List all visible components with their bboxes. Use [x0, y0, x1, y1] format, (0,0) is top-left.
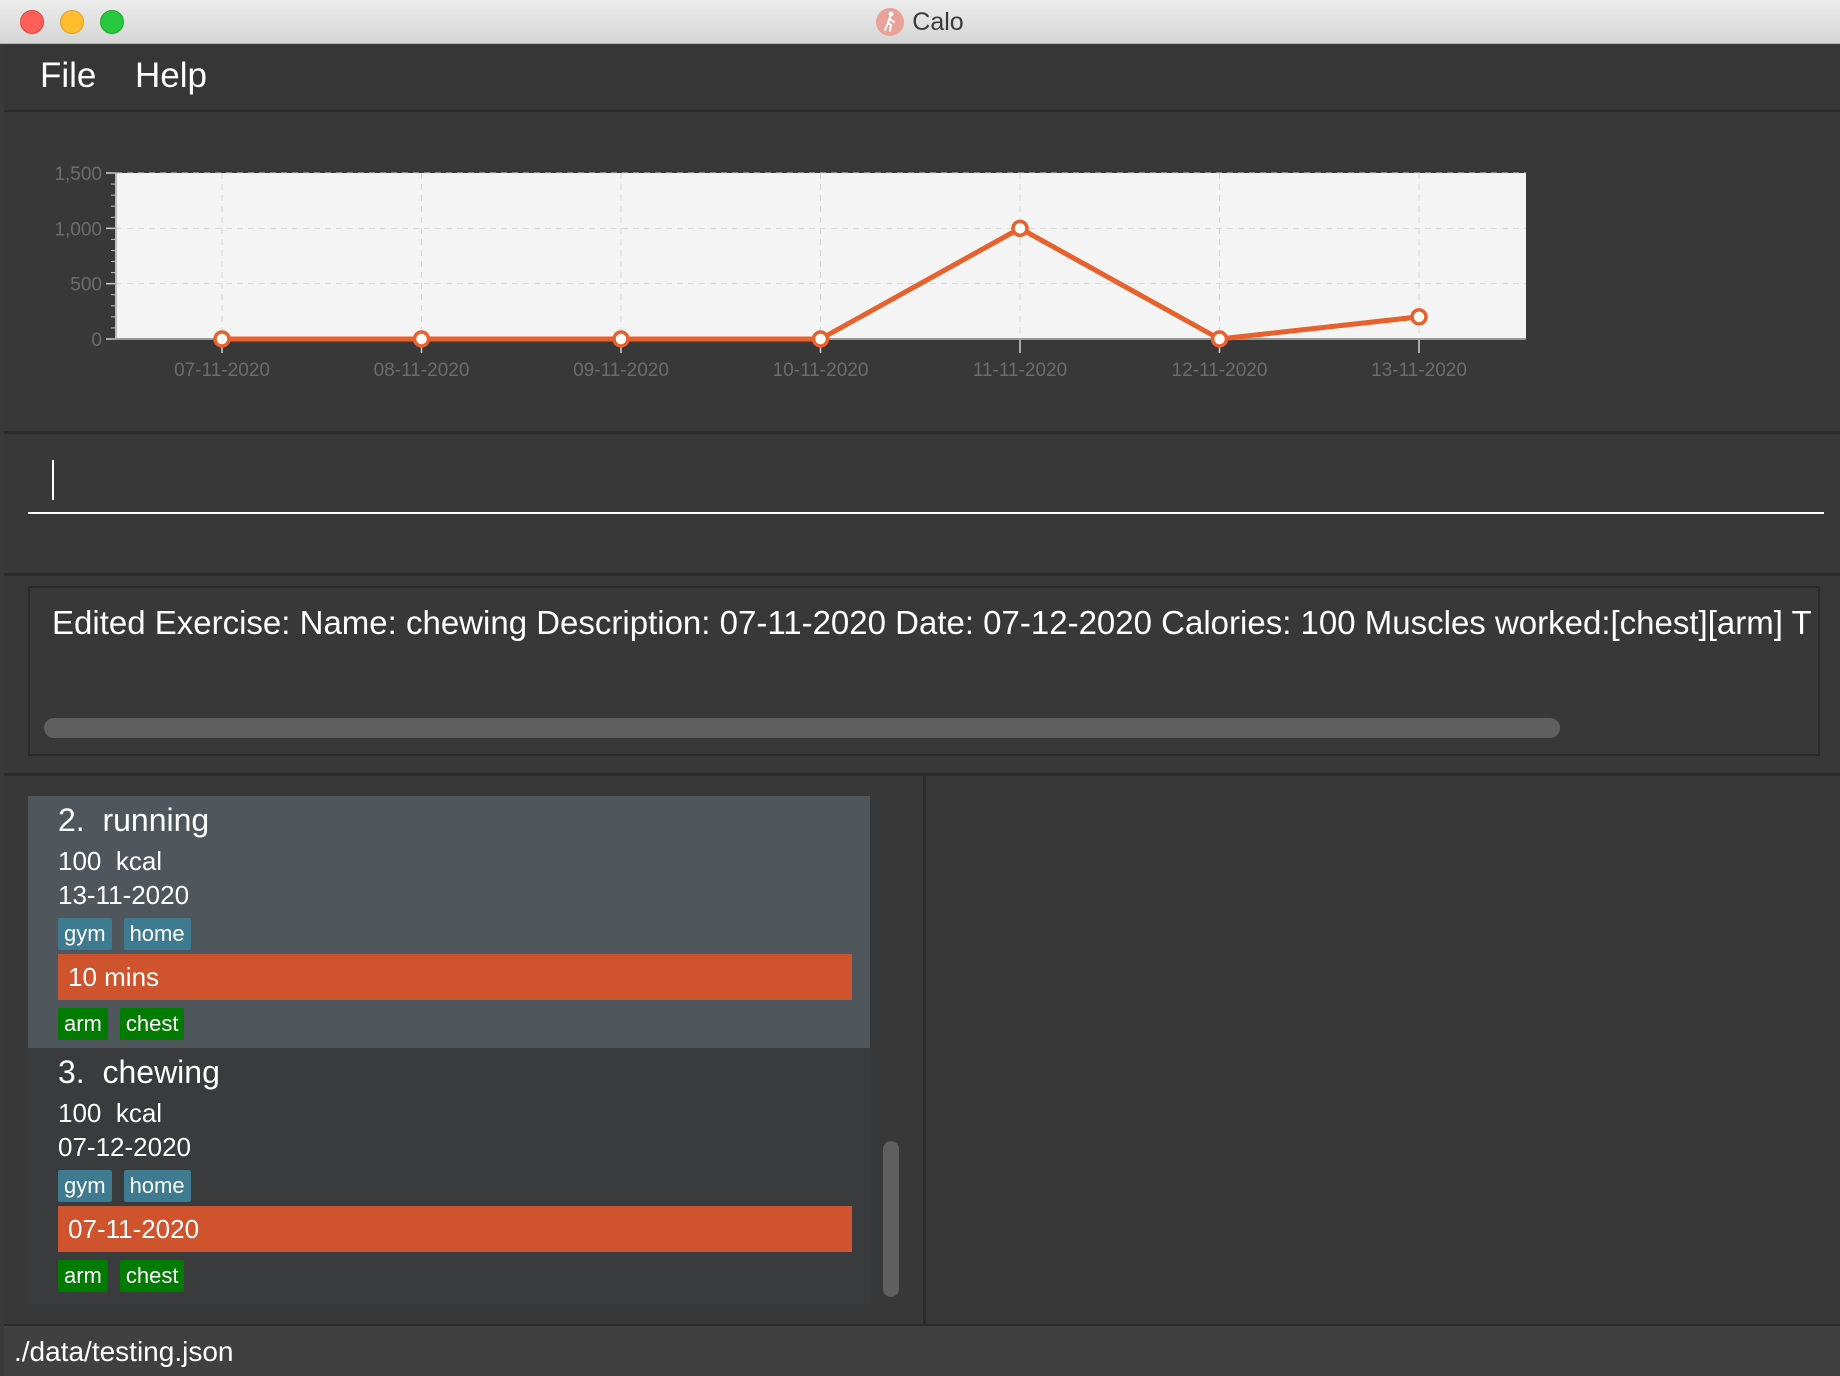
y-tick-label: 1,500 [54, 164, 102, 185]
result-display-panel: Edited Exercise: Name: chewing Descripti… [4, 576, 1840, 776]
exercise-index: 3. [58, 1054, 85, 1090]
vertical-scrollbar[interactable] [883, 1141, 899, 1297]
calories-line-chart: 0 500 1,000 1,500 07-11-2020 08-11-2020 09-11-… [54, 164, 1526, 381]
x-tick-label: 08-11-2020 [374, 360, 470, 381]
data-point [1210, 330, 1229, 348]
menu-bar: File Help [4, 44, 1840, 112]
exercise-muscles: arm chest [58, 1260, 185, 1292]
exercise-description: 10 mins [58, 954, 852, 1000]
muscle-chest: chest [119, 1260, 185, 1292]
muscle-chest: chest [119, 1008, 185, 1040]
x-tick-label: 10-11-2020 [773, 360, 869, 381]
main-window: File Help 0 500 1,000 1,500 07-11-2020 08-11-… [4, 44, 1840, 1376]
exercise-list-panel: 2. running 100 kcal 13-11-2020 gym home … [8, 776, 926, 1324]
calories-value: 100 [58, 846, 102, 876]
calories-chart-panel: 0 500 1,000 1,500 07-11-2020 08-11-2020 09-11-… [4, 112, 1840, 434]
menu-file[interactable]: File [40, 56, 96, 96]
data-point [1011, 219, 1029, 238]
x-tick-label: 12-11-2020 [1172, 360, 1268, 381]
window-title: Calo [912, 7, 964, 36]
horizontal-scrollbar[interactable] [44, 718, 1560, 738]
exercise-card[interactable]: 3. chewing 100 kcal 07-12-2020 gym home … [28, 1048, 870, 1304]
data-point [1410, 308, 1428, 326]
exercise-muscles: arm chest [58, 1008, 185, 1040]
calories-unit: kcal [115, 846, 163, 876]
y-tick-label: 0 [91, 330, 102, 351]
tag-gym: gym [58, 1170, 112, 1202]
detail-panel [926, 776, 1840, 1324]
exercise-date: 07-12-2020 [58, 1132, 191, 1162]
exercise-title: 2. running [58, 802, 209, 839]
result-display: Edited Exercise: Name: chewing Descripti… [28, 586, 1820, 756]
y-tick-label: 500 [70, 275, 102, 296]
command-box-panel [4, 434, 1840, 576]
x-tick-label: 07-11-2020 [174, 360, 270, 381]
result-message: Edited Exercise: Name: chewing Descripti… [52, 604, 1812, 641]
walking-figure-icon [876, 8, 905, 36]
tag-gym: gym [58, 918, 112, 950]
calories-unit: kcal [115, 1098, 163, 1128]
title-bar: Calo [0, 0, 1840, 44]
exercise-name: chewing [102, 1054, 220, 1090]
x-tick-label: 13-11-2020 [1371, 360, 1467, 381]
exercise-calories: 100 kcal [58, 1098, 162, 1129]
exercise-calories: 100 kcal [58, 846, 162, 877]
exercise-date: 13-11-2020 [58, 880, 190, 910]
data-point [612, 330, 630, 348]
muscle-arm: arm [58, 1260, 108, 1292]
menu-help[interactable]: Help [135, 56, 207, 96]
x-tick-label: 11-11-2020 [973, 360, 1067, 381]
exercise-index: 2. [58, 802, 85, 838]
exercise-tags: gym home [58, 1170, 191, 1202]
exercise-description: 07-11-2020 [58, 1206, 852, 1252]
text-caret [52, 460, 54, 500]
muscle-arm: arm [58, 1008, 108, 1040]
command-input[interactable] [28, 446, 1824, 514]
exercise-name: running [102, 802, 210, 838]
data-point [811, 330, 830, 348]
data-point [213, 330, 231, 348]
x-tick-label: 09-11-2020 [573, 360, 669, 381]
tag-home: home [123, 918, 191, 950]
tag-home: home [123, 1170, 191, 1202]
calories-value: 100 [58, 1098, 102, 1128]
exercise-card[interactable]: 2. running 100 kcal 13-11-2020 gym home … [28, 796, 870, 1048]
data-point [412, 330, 431, 348]
y-tick-label: 1,000 [54, 219, 102, 240]
exercise-title: 3. chewing [58, 1054, 220, 1091]
exercise-tags: gym home [58, 918, 191, 950]
save-location: ./data/testing.json [14, 1336, 234, 1367]
